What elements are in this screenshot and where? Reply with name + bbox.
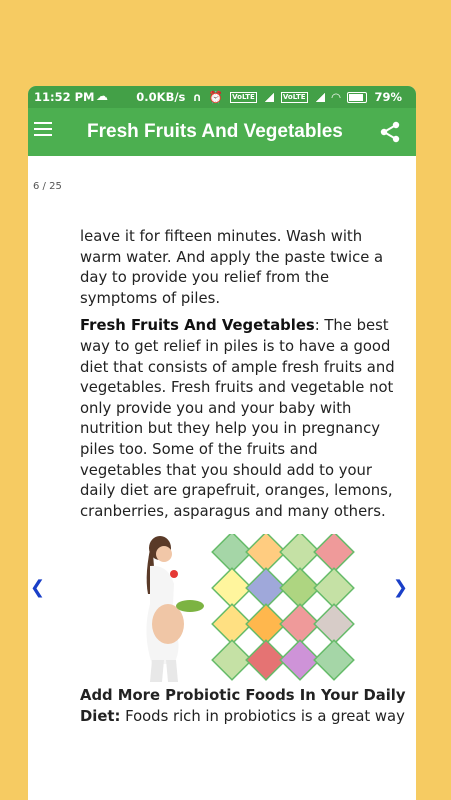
status-time: 11:52 PM [34,90,95,104]
fruits-vegetables-illustration [146,534,355,682]
headset-icon: ∩ [192,90,202,104]
signal-icon-2 [314,93,325,102]
network-speed: 0.0KB/s [136,90,186,104]
phone-screen: 11:52 PM ☁ 0.0KB/s ∩ ⏰ VoLTE VoLTE ◠ 79%… [28,86,416,800]
paragraph-2-text: : The best way to get relief in piles is… [80,317,395,520]
paragraph-3: Add More Probiotic Foods In Your Daily D… [80,686,410,727]
menu-icon[interactable] [34,122,54,138]
paragraph-3-text: Foods rich in probiotics is a great way [120,707,405,725]
status-right: 0.0KB/s ∩ ⏰ VoLTE VoLTE ◠ 79% [133,90,402,104]
paragraph-2: Fresh Fruits And Vegetables: The best wa… [80,316,402,522]
paragraph-1: leave it for fifteen minutes. Wash with … [80,228,384,307]
share-icon[interactable] [378,120,402,144]
cloud-icon: ☁ [96,89,108,103]
volte-badge-2: VoLTE [280,92,308,103]
volte-badge-1: VoLTE [230,92,257,103]
paragraph-2-heading: Fresh Fruits And Vegetables [80,317,315,335]
signal-icon-1 [263,93,274,102]
prev-page-arrow[interactable]: ❮ [30,577,45,598]
battery-percent: 79% [374,90,402,104]
status-bar: 11:52 PM ☁ 0.0KB/s ∩ ⏰ VoLTE VoLTE ◠ 79% [28,86,416,108]
battery-icon [347,92,368,103]
wifi-icon: ◠ [331,90,341,104]
article-body: leave it for fifteen minutes. Wash with … [80,227,402,529]
content-area: 6 / 25 leave it for fifteen minutes. Was… [28,156,416,800]
next-page-arrow[interactable]: ❯ [393,577,408,598]
app-toolbar: Fresh Fruits And Vegetables [28,108,416,156]
alarm-icon: ⏰ [208,90,224,104]
page-counter: 6 / 25 [33,181,62,192]
toolbar-title: Fresh Fruits And Vegetables [87,121,343,142]
